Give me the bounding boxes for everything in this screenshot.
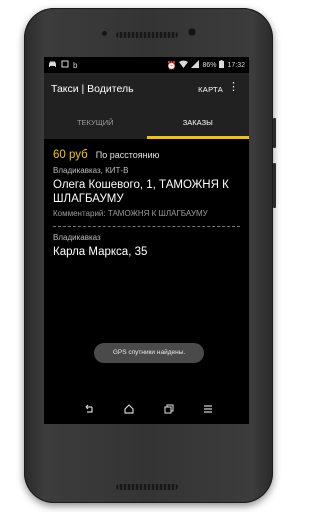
navigation-bar bbox=[44, 398, 249, 424]
recent-apps-icon[interactable] bbox=[164, 404, 174, 418]
battery-icon bbox=[219, 60, 225, 70]
order-card[interactable]: 60 руб По расстоянию Владикавказ, КИТ-В … bbox=[44, 139, 249, 258]
b-icon: b bbox=[73, 60, 78, 70]
car-icon bbox=[48, 60, 57, 70]
tab-current[interactable]: ТЕКУЩИЙ bbox=[44, 109, 147, 139]
status-system-icons: ⏰ 86% 17:32 bbox=[166, 60, 245, 70]
order-comment: Комментарий: ТАМОЖНЯ К ШЛАГБАУМУ bbox=[53, 209, 208, 218]
alarm-icon: ⏰ bbox=[166, 60, 177, 70]
front-camera bbox=[188, 28, 196, 36]
divider bbox=[53, 225, 240, 227]
power-button bbox=[273, 118, 276, 148]
screen: b ⏰ 86% 17:32 Такси | Водитель КАРТА ⋮ Т… bbox=[44, 57, 249, 424]
from-city: Владикавказ, КИТ-В bbox=[53, 166, 129, 175]
home-icon[interactable] bbox=[124, 404, 134, 418]
map-button[interactable]: КАРТА bbox=[198, 85, 223, 94]
back-icon[interactable] bbox=[84, 404, 94, 418]
screenshot-icon bbox=[61, 60, 69, 70]
from-address: Олега Кошевого, 1, ТАМОЖНЯ К ШЛАГБАУМУ bbox=[53, 179, 229, 205]
status-notification-icons: b bbox=[48, 60, 77, 70]
more-vert-icon[interactable]: ⋮ bbox=[228, 82, 239, 93]
order-price: 60 руб bbox=[53, 149, 88, 161]
menu-list-icon[interactable] bbox=[203, 404, 213, 418]
app-title: Такси | Водитель bbox=[51, 83, 134, 95]
tab-orders[interactable]: ЗАКАЗЫ bbox=[146, 109, 250, 139]
app-bar: Такси | Водитель КАРТА ⋮ bbox=[44, 73, 249, 109]
wifi-icon bbox=[179, 60, 189, 70]
proximity-sensor bbox=[102, 31, 107, 36]
status-bar: b ⏰ 86% 17:32 bbox=[44, 57, 249, 73]
clock: 17:32 bbox=[227, 61, 245, 69]
tab-bar: ТЕКУЩИЙ ЗАКАЗЫ bbox=[44, 109, 249, 139]
volume-button bbox=[273, 163, 276, 208]
price-row: 60 руб По расстоянию bbox=[53, 149, 249, 161]
signal-icon bbox=[191, 60, 200, 70]
to-city: Владикавказ bbox=[53, 232, 101, 242]
battery-percent: 86% bbox=[202, 61, 217, 69]
top-speaker bbox=[116, 32, 178, 38]
to-address: Карла Маркса, 35 bbox=[53, 245, 148, 258]
bottom-speaker bbox=[116, 484, 178, 490]
price-type: По расстоянию bbox=[95, 150, 160, 160]
gps-toast: GPS спутники найдены. bbox=[94, 343, 204, 363]
